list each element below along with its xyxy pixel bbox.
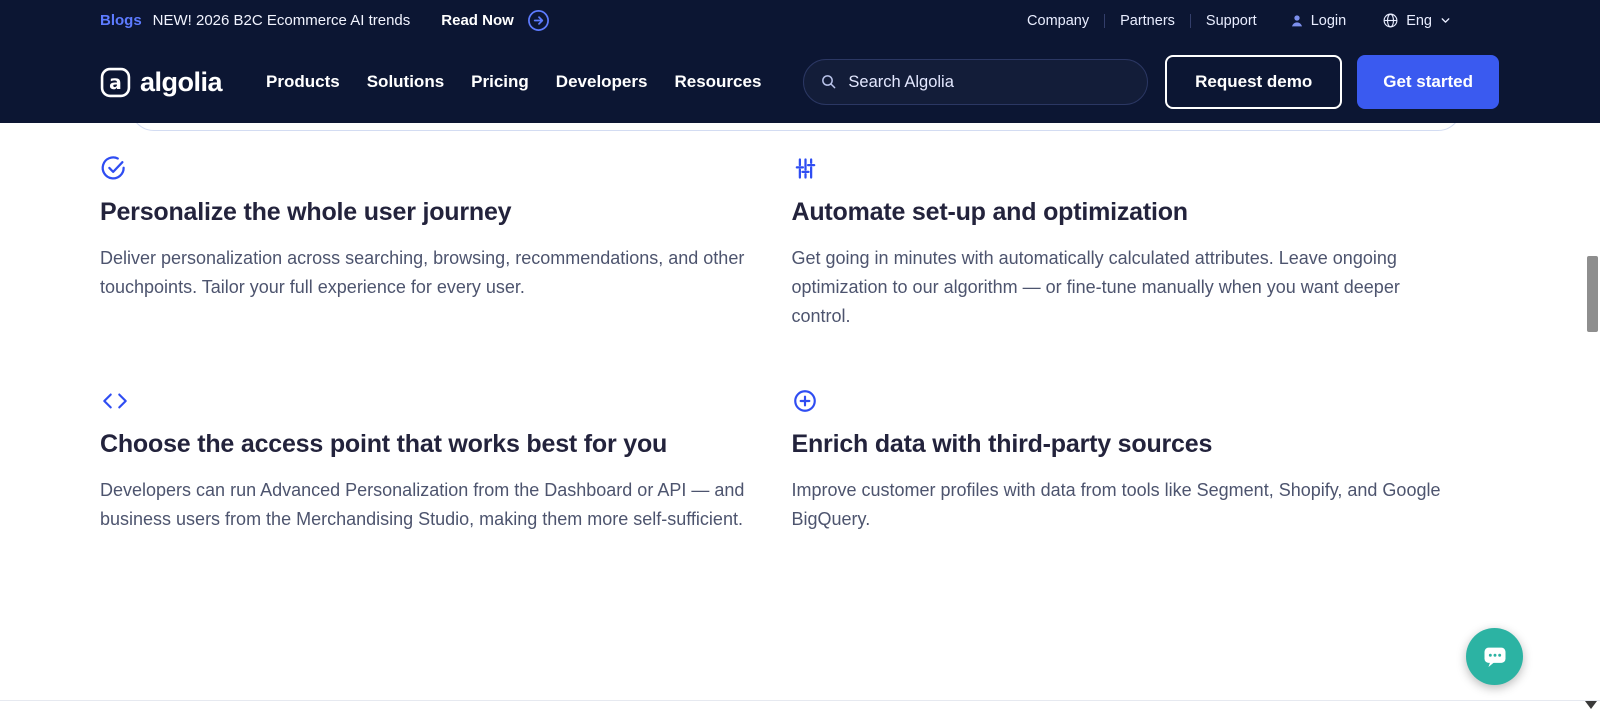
read-now-link[interactable]: Read Now xyxy=(441,12,514,29)
svg-text:a: a xyxy=(109,73,122,94)
arrow-circle-icon[interactable] xyxy=(527,9,550,32)
announcement-text: NEW! 2026 B2C Ecommerce AI trends xyxy=(152,12,411,29)
get-started-button[interactable]: Get started xyxy=(1357,55,1499,109)
plus-circle-icon xyxy=(792,388,818,414)
login-link[interactable]: Login xyxy=(1289,13,1346,29)
nav-solutions[interactable]: Solutions xyxy=(367,72,444,92)
check-circle-icon xyxy=(100,155,127,182)
scroll-down-arrow-icon[interactable] xyxy=(1585,701,1597,709)
code-icon xyxy=(100,388,130,414)
chat-icon xyxy=(1481,643,1509,671)
login-label: Login xyxy=(1310,12,1347,29)
nav-developers[interactable]: Developers xyxy=(556,72,648,92)
feature-body: Get going in minutes with automatically … xyxy=(791,248,1400,326)
algolia-wordmark: algolia xyxy=(140,66,223,97)
page: Blogs NEW! 2026 B2C Ecommerce AI trends … xyxy=(0,0,1600,723)
main-navbar: a algolia Products Solutions Pricing Dev… xyxy=(0,41,1600,123)
nav-items: Products Solutions Pricing Developers Re… xyxy=(266,72,761,92)
nav-resources[interactable]: Resources xyxy=(674,72,761,92)
feature-body: Improve customer profiles with data from… xyxy=(791,480,1441,529)
user-icon xyxy=(1289,13,1305,29)
chevron-down-icon xyxy=(1439,14,1452,27)
divider xyxy=(1189,13,1191,28)
sliders-icon xyxy=(792,155,819,182)
algolia-logo[interactable]: a algolia xyxy=(100,66,223,98)
feature-card-access: Choose the access point that works best … xyxy=(100,388,759,534)
announcement-bar: Blogs NEW! 2026 B2C Ecommerce AI trends … xyxy=(0,0,1600,41)
language-selector[interactable]: Eng xyxy=(1382,12,1452,29)
search-icon xyxy=(820,73,838,91)
nav-pricing[interactable]: Pricing xyxy=(471,72,529,92)
language-label: Eng xyxy=(1406,12,1432,29)
topnav-support[interactable]: Support xyxy=(1206,13,1257,29)
feature-card-automate: Automate set-up and optimization Get goi… xyxy=(792,155,1451,331)
nav-products[interactable]: Products xyxy=(266,72,340,92)
scrollbar-thumb[interactable] xyxy=(1587,256,1598,332)
feature-body: Deliver personalization across searching… xyxy=(100,248,745,297)
feature-card-personalize: Personalize the whole user journey Deliv… xyxy=(100,155,759,331)
section-divider xyxy=(0,700,1600,701)
feature-title: Choose the access point that works best … xyxy=(100,430,668,458)
topnav-company[interactable]: Company xyxy=(1027,13,1089,29)
features-grid: Personalize the whole user journey Deliv… xyxy=(0,123,1600,534)
divider xyxy=(1104,13,1106,28)
topnav-partners[interactable]: Partners xyxy=(1120,13,1175,29)
feature-title: Enrich data with third-party sources xyxy=(791,430,1213,458)
blogs-link[interactable]: Blogs xyxy=(100,12,142,29)
globe-icon xyxy=(1382,12,1399,29)
feature-body: Developers can run Advanced Personalizat… xyxy=(100,480,745,529)
announcement-right: Company Partners Support Login Eng xyxy=(1027,12,1452,29)
request-demo-button[interactable]: Request demo xyxy=(1165,55,1343,109)
announcement-left: Blogs NEW! 2026 B2C Ecommerce AI trends … xyxy=(100,9,550,32)
algolia-mark-icon: a xyxy=(100,67,131,98)
search-input[interactable] xyxy=(848,72,1132,92)
feature-title: Personalize the whole user journey xyxy=(100,198,512,226)
search-box[interactable] xyxy=(803,59,1149,105)
chat-widget-button[interactable] xyxy=(1466,628,1523,685)
feature-card-enrich: Enrich data with third-party sources Imp… xyxy=(792,388,1451,534)
feature-title: Automate set-up and optimization xyxy=(791,198,1189,226)
